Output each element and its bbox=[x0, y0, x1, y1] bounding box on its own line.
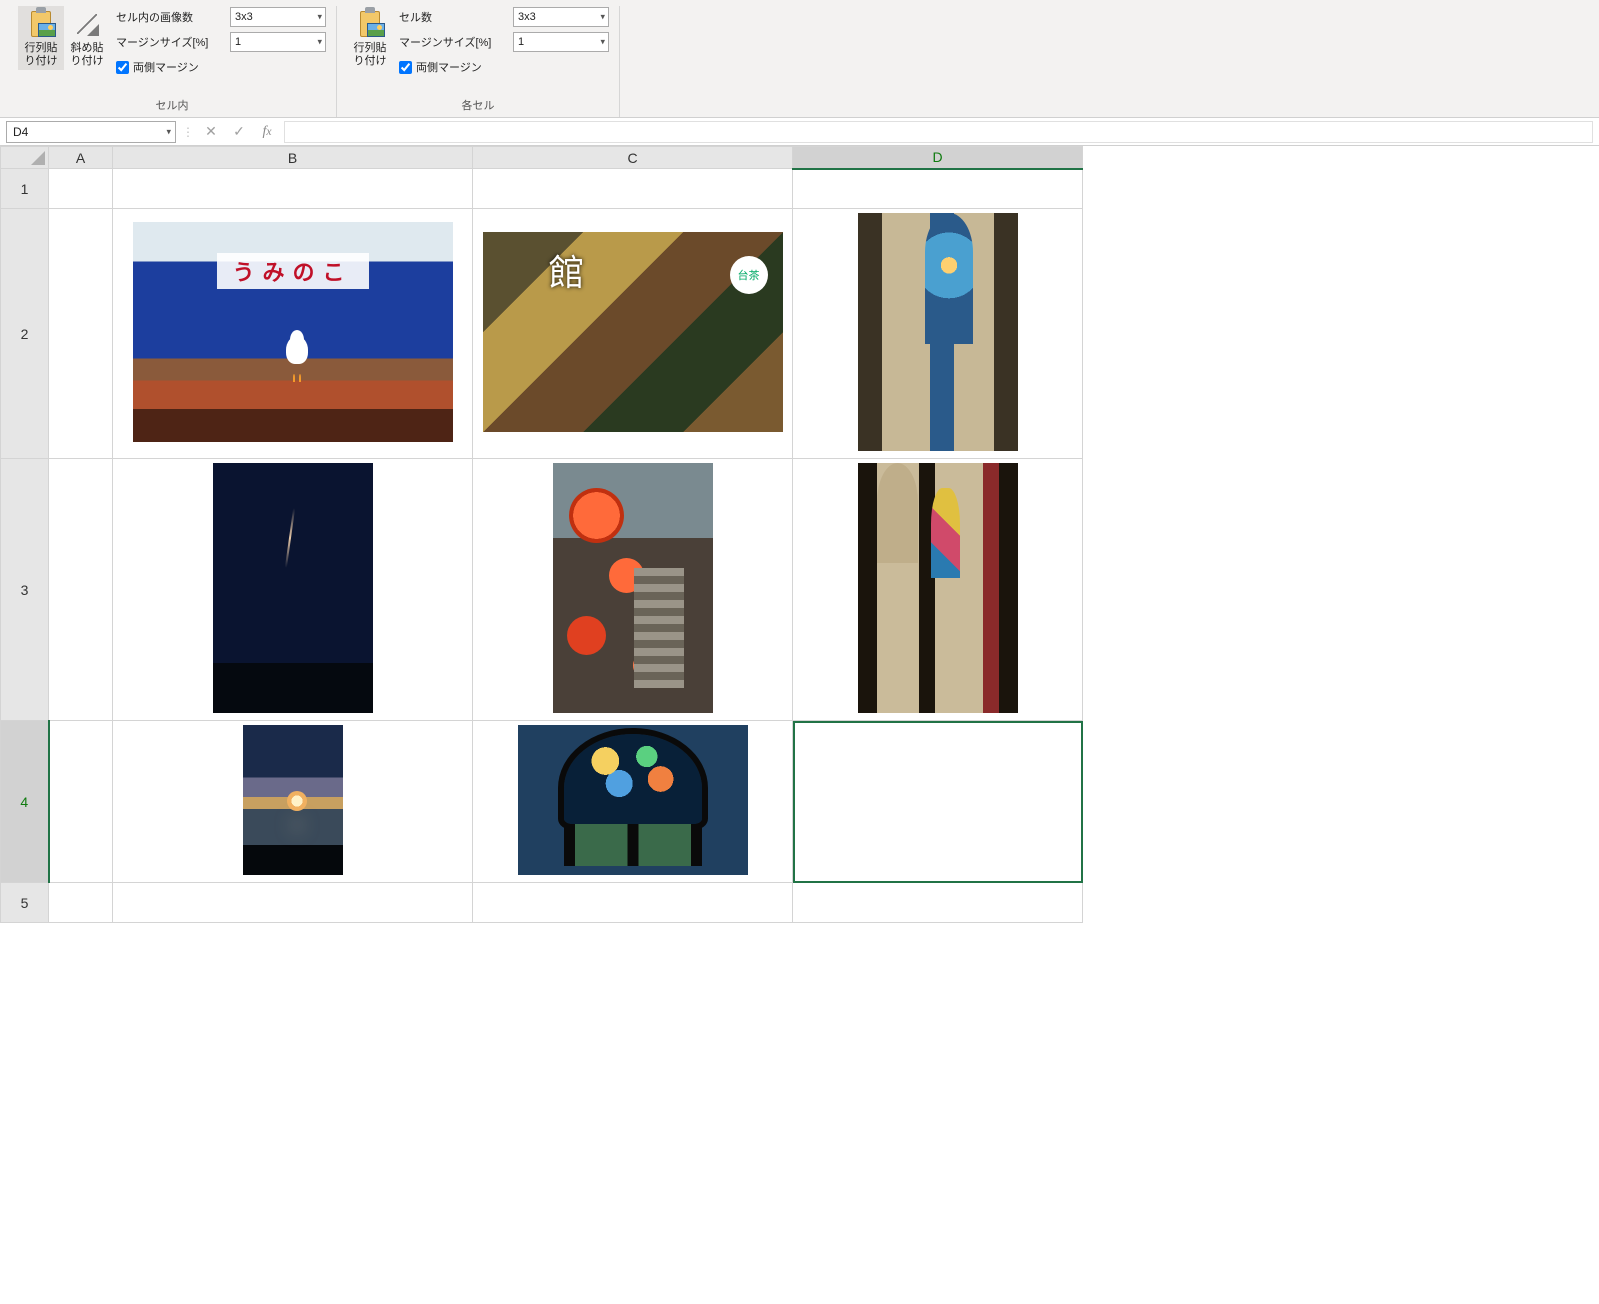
images-per-cell-value: 3x3 bbox=[235, 11, 253, 23]
col-header-B[interactable]: B bbox=[113, 147, 473, 169]
image-market[interactable] bbox=[483, 232, 783, 432]
group-label-cell: セル内 bbox=[156, 95, 189, 117]
margin-size-combo-2[interactable]: 1 ▾ bbox=[513, 32, 609, 52]
row-header-4[interactable]: 4 bbox=[1, 721, 49, 883]
cell-count-value: 3x3 bbox=[518, 11, 536, 23]
margin-size-value-2: 1 bbox=[518, 36, 524, 48]
cell-D1[interactable] bbox=[793, 169, 1083, 209]
image-sunset[interactable] bbox=[243, 725, 343, 875]
margin-size-combo-1[interactable]: 1 ▾ bbox=[230, 32, 326, 52]
margin-size-value-1: 1 bbox=[235, 36, 241, 48]
both-margin-checkbox-1[interactable]: 両側マージン bbox=[116, 59, 226, 75]
ribbon-group-percell: 行列貼り付け セル数 3x3 ▾ マージンサイズ[%] 1 ▾ bbox=[337, 6, 620, 117]
formula-bar: D4 ▾ ⋮ ✕ ✓ fx bbox=[0, 118, 1599, 146]
margin-size-label-1: マージンサイズ[%] bbox=[116, 34, 226, 50]
row-header-1[interactable]: 1 bbox=[1, 169, 49, 209]
ribbon-group-cell: 行列貼り付け 斜め貼り付け セル内の画像数 3x3 ▾ マージンサイズ[%] bbox=[8, 6, 337, 117]
margin-size-label-2: マージンサイズ[%] bbox=[399, 34, 509, 50]
image-stained-glass[interactable] bbox=[518, 725, 748, 875]
image-corridor-1[interactable] bbox=[858, 213, 1018, 451]
row-header-5[interactable]: 5 bbox=[1, 883, 49, 923]
cell-C3[interactable] bbox=[473, 459, 793, 721]
image-night-sky[interactable] bbox=[213, 463, 373, 713]
paste-diagonal-label: 斜め貼り付け bbox=[71, 42, 104, 68]
col-header-A[interactable]: A bbox=[49, 147, 113, 169]
enter-icon[interactable]: ✓ bbox=[228, 121, 250, 143]
cell-D3[interactable] bbox=[793, 459, 1083, 721]
cancel-icon[interactable]: ✕ bbox=[200, 121, 222, 143]
chevron-down-icon: ▾ bbox=[317, 12, 322, 23]
row-header-3[interactable]: 3 bbox=[1, 459, 49, 721]
name-box-value: D4 bbox=[13, 125, 28, 139]
spreadsheet-grid[interactable]: A B C D 1 2 3 bbox=[0, 146, 1599, 923]
ribbon: 行列貼り付け 斜め貼り付け セル内の画像数 3x3 ▾ マージンサイズ[%] bbox=[0, 0, 1599, 118]
group-label-percell: 各セル bbox=[462, 95, 495, 117]
chevron-down-icon: ▾ bbox=[600, 37, 605, 48]
image-lanterns[interactable] bbox=[553, 463, 713, 713]
fx-icon[interactable]: fx bbox=[256, 121, 278, 143]
paste-matrix-label-2: 行列貼り付け bbox=[354, 42, 387, 68]
cell-C1[interactable] bbox=[473, 169, 793, 209]
images-per-cell-combo[interactable]: 3x3 ▾ bbox=[230, 7, 326, 27]
both-margin-check-2[interactable] bbox=[399, 61, 412, 74]
both-margin-label-2: 両側マージン bbox=[416, 59, 482, 75]
cell-A2[interactable] bbox=[49, 209, 113, 459]
paste-matrix-label: 行列貼り付け bbox=[25, 42, 58, 68]
both-margin-check-1[interactable] bbox=[116, 61, 129, 74]
cell-D2[interactable] bbox=[793, 209, 1083, 459]
cell-A4[interactable] bbox=[49, 721, 113, 883]
images-per-cell-label: セル内の画像数 bbox=[116, 9, 226, 25]
col-header-C[interactable]: C bbox=[473, 147, 793, 169]
paste-diagonal-button[interactable]: 斜め貼り付け bbox=[64, 6, 110, 70]
cell-A1[interactable] bbox=[49, 169, 113, 209]
cell-C5[interactable] bbox=[473, 883, 793, 923]
both-margin-checkbox-2[interactable]: 両側マージン bbox=[399, 59, 509, 75]
row-header-2[interactable]: 2 bbox=[1, 209, 49, 459]
cell-B4[interactable] bbox=[113, 721, 473, 883]
cell-A3[interactable] bbox=[49, 459, 113, 721]
cell-D5[interactable] bbox=[793, 883, 1083, 923]
cell-count-combo[interactable]: 3x3 ▾ bbox=[513, 7, 609, 27]
image-corridor-2[interactable] bbox=[858, 463, 1018, 713]
cell-count-label: セル数 bbox=[399, 9, 509, 25]
both-margin-label-1: 両側マージン bbox=[133, 59, 199, 75]
cell-B1[interactable] bbox=[113, 169, 473, 209]
cell-B5[interactable] bbox=[113, 883, 473, 923]
image-seagull[interactable] bbox=[133, 222, 453, 442]
clipboard-picture-icon bbox=[25, 8, 57, 40]
cell-C4[interactable] bbox=[473, 721, 793, 883]
col-header-D[interactable]: D bbox=[793, 147, 1083, 169]
chevron-down-icon: ▾ bbox=[317, 37, 322, 48]
paste-matrix-button-2[interactable]: 行列貼り付け bbox=[347, 6, 393, 70]
cell-B2[interactable] bbox=[113, 209, 473, 459]
name-box[interactable]: D4 ▾ bbox=[6, 121, 176, 143]
chevron-down-icon: ▾ bbox=[166, 126, 171, 137]
separator: ⋮ bbox=[182, 125, 194, 139]
cell-A5[interactable] bbox=[49, 883, 113, 923]
cell-C2[interactable] bbox=[473, 209, 793, 459]
cell-B3[interactable] bbox=[113, 459, 473, 721]
chevron-down-icon: ▾ bbox=[600, 12, 605, 23]
formula-input[interactable] bbox=[284, 121, 1593, 143]
diagonal-arrow-icon bbox=[71, 8, 103, 40]
select-all-corner[interactable] bbox=[1, 147, 49, 169]
cell-D4[interactable] bbox=[793, 721, 1083, 883]
clipboard-picture-icon bbox=[354, 8, 386, 40]
paste-matrix-button[interactable]: 行列貼り付け bbox=[18, 6, 64, 70]
